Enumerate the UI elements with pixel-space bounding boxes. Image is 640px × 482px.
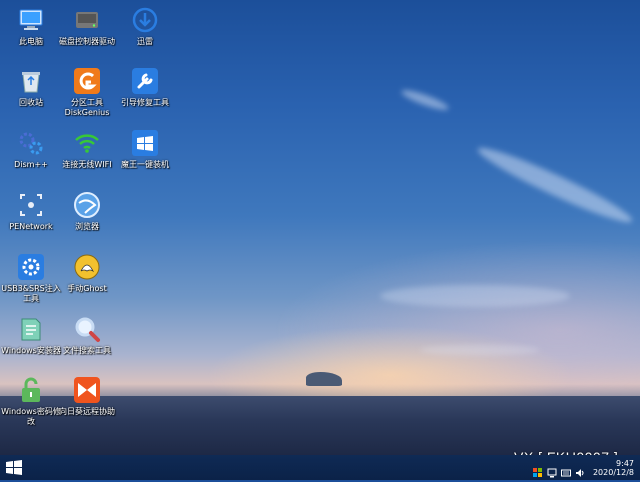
clock-time: 9:47: [616, 459, 634, 468]
icon-label: USB3&SRS注入工具: [1, 284, 61, 303]
desktop-icon-dism[interactable]: Dism++: [0, 129, 62, 170]
desktop-icon-password-reset[interactable]: Windows密码修改: [0, 376, 62, 427]
usb-gear-icon: [17, 253, 45, 281]
icon-label: 向日葵远程协助: [59, 407, 115, 416]
network-icon: [17, 191, 45, 219]
desktop-icon-penetwork[interactable]: PENetwork: [0, 191, 62, 232]
ghost-icon: [73, 253, 101, 281]
remote-icon: [73, 376, 101, 404]
icon-label: 回收站: [19, 98, 43, 107]
desktop-icon-xunlei[interactable]: 迅雷: [114, 6, 176, 47]
globe-icon: [73, 191, 101, 219]
desktop-icon-browser[interactable]: 浏览器: [56, 191, 118, 232]
desktop-icon-ghost[interactable]: 手动Ghost: [56, 253, 118, 294]
cloud-streak: [473, 140, 637, 230]
network-tray-icon[interactable]: [547, 463, 557, 478]
icon-label: 浏览器: [75, 222, 99, 231]
desktop-icon-windows-installer[interactable]: Windows安装器: [0, 315, 62, 356]
volume-icon[interactable]: [575, 463, 585, 477]
icon-label: 魔王一键装机: [121, 160, 169, 169]
icon-label: 分区工具 DiskGenius: [64, 98, 110, 117]
cloud-streak: [399, 86, 451, 114]
desktop-icon-this-pc[interactable]: 此电脑: [0, 6, 62, 47]
icon-label: PENetwork: [9, 222, 53, 231]
installer-icon: [17, 315, 45, 343]
windows-start-icon[interactable]: [5, 459, 23, 477]
monitor-icon[interactable]: [532, 463, 543, 477]
icon-label: 磁盘控制器驱动: [59, 37, 115, 46]
system-tray: 9:47 2020/12/8: [532, 457, 634, 479]
download-icon: [131, 6, 159, 34]
desktop-icon-sunlogin[interactable]: 向日葵远程协助: [56, 376, 118, 417]
diskgenius-icon: [73, 67, 101, 95]
icon-label: Dism++: [14, 160, 48, 169]
clock-date: 2020/12/8: [592, 468, 634, 477]
computer-icon: [17, 6, 45, 34]
desktop-icon-file-search[interactable]: 文件搜索工具: [56, 315, 118, 356]
gears-icon: [17, 129, 45, 157]
magnifier-icon: [73, 315, 101, 343]
icon-label: Windows密码修改: [1, 407, 61, 426]
icon-label: 文件搜索工具: [63, 346, 111, 355]
taskbar-clock[interactable]: 9:47 2020/12/8: [593, 459, 634, 477]
desktop-icon-recycle-bin[interactable]: 回收站: [0, 67, 62, 108]
icon-label: 迅雷: [137, 37, 153, 46]
icon-label: 连接无线WIFI: [62, 160, 112, 169]
icon-label: 手动Ghost: [67, 284, 107, 293]
desktop-icon-usb3-srs[interactable]: USB3&SRS注入工具: [0, 253, 62, 304]
windows-logo-icon: [131, 129, 159, 157]
desktop-icon-wifi[interactable]: 连接无线WIFI: [56, 129, 118, 170]
padlock-icon: [17, 376, 45, 404]
icon-label: 此电脑: [19, 37, 43, 46]
recycle-bin-icon: [17, 67, 45, 95]
desktop-icon-boot-repair[interactable]: 引导修复工具: [114, 67, 176, 108]
cloud-streak: [380, 285, 570, 307]
icon-label: Windows安装器: [1, 346, 61, 355]
island-silhouette: [306, 372, 342, 386]
taskbar: 9:47 2020/12/8: [0, 455, 640, 480]
desktop-icon-disk-controller[interactable]: 磁盘控制器驱动: [56, 6, 118, 47]
desktop-icon-diskgenius[interactable]: 分区工具 DiskGenius: [56, 67, 118, 118]
icon-label: 引导修复工具: [121, 98, 169, 107]
disk-drive-icon: [73, 6, 101, 34]
cloud-streak: [420, 345, 540, 355]
keyboard-icon[interactable]: [560, 463, 571, 477]
wrench-icon: [131, 67, 159, 95]
wifi-icon: [73, 129, 101, 157]
desktop-icon-one-key-install[interactable]: 魔王一键装机: [114, 129, 176, 170]
